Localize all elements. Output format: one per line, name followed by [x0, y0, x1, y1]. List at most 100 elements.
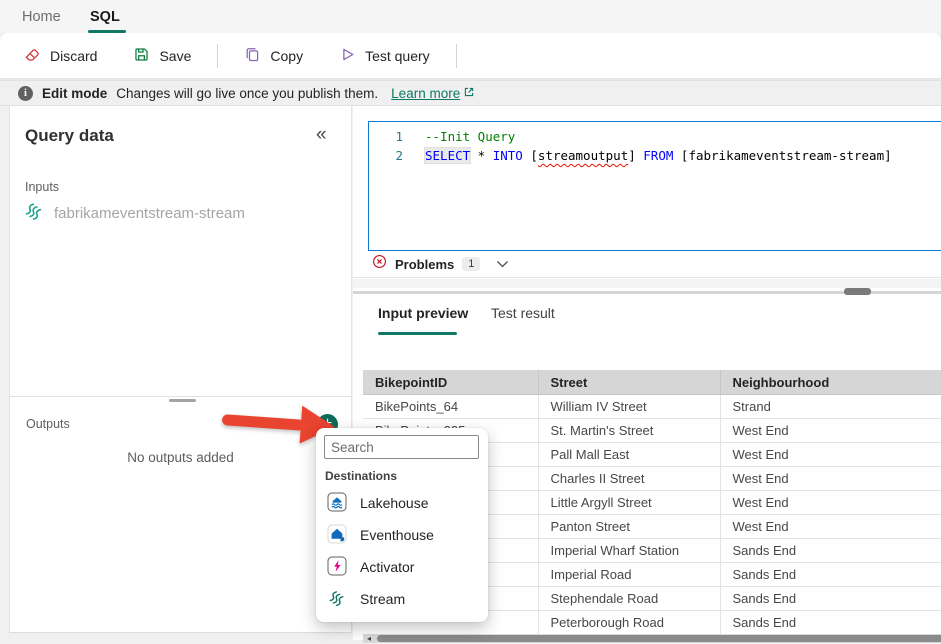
copy-button[interactable]: Copy [244, 46, 303, 66]
horizontal-splitter-grip[interactable] [844, 288, 871, 295]
input-item-label: fabrikameventstream-stream [54, 205, 245, 222]
test-query-button[interactable]: Test query [339, 46, 430, 66]
banner-title: Edit mode [42, 85, 108, 101]
discard-label: Discard [50, 47, 98, 64]
panel-splitter[interactable] [10, 396, 351, 397]
table-cell: Imperial Road [538, 562, 721, 587]
banner-message: Changes will go live once you publish th… [116, 85, 379, 101]
copy-icon [244, 46, 261, 66]
info-icon: i [18, 85, 33, 101]
table-cell: West End [720, 490, 941, 515]
no-outputs-message: No outputs added [127, 450, 234, 465]
eraser-icon [24, 46, 41, 66]
toolbar: Discard Save Copy Test query [0, 33, 941, 78]
scroll-left-arrow-icon[interactable]: ◂ [363, 634, 375, 643]
ribbon-tabs: Home SQL [0, 0, 941, 33]
menu-item-label: Lakehouse [360, 495, 429, 511]
column-header-street[interactable]: Street [538, 370, 721, 395]
inputs-label: Inputs [25, 180, 60, 194]
query-data-panel: Query data « Inputs fabrikameventstream-… [9, 106, 352, 633]
tab-input-preview[interactable]: Input preview [378, 305, 468, 321]
eventstream-query-editor: Home SQL Discard Save Copy Test query i … [0, 0, 941, 644]
save-label: Save [159, 47, 192, 64]
outputs-label: Outputs [26, 417, 70, 431]
table-cell: BikePoints_64 [363, 394, 539, 419]
table-header-row: BikepointID Street Neighbourhood [363, 370, 941, 395]
table-cell: Pall Mall East [538, 442, 721, 467]
eventhouse-icon [327, 524, 347, 547]
table-cell: Charles II Street [538, 466, 721, 491]
copy-label: Copy [270, 47, 304, 64]
tab-test-result[interactable]: Test result [491, 305, 555, 321]
stream-icon [23, 200, 45, 227]
table-cell: Sands End [720, 538, 941, 563]
activator-icon [327, 556, 347, 579]
lakehouse-icon [327, 492, 347, 515]
test-query-label: Test query [365, 47, 430, 64]
save-icon [133, 46, 150, 66]
learn-more-link[interactable]: Learn more [391, 86, 475, 101]
edit-mode-banner: i Edit mode Changes will go live once yo… [0, 80, 941, 106]
destinations-dropdown: Destinations Lakehouse Eventhouse Activa… [316, 428, 488, 622]
table-row: BikePoints_64 William IV Street Strand [363, 394, 941, 419]
collapse-panel-icon[interactable]: « [316, 124, 327, 146]
table-cell: Little Argyll Street [538, 490, 721, 515]
chevron-down-icon[interactable] [496, 260, 509, 269]
menu-item-stream[interactable]: Stream [316, 583, 488, 615]
table-cell: William IV Street [538, 394, 721, 419]
code-line[interactable]: 1 --Init Query [369, 127, 941, 146]
table-cell: Sands End [720, 610, 941, 635]
error-circle-icon [372, 254, 387, 274]
panel-gap [353, 279, 941, 288]
toolbar-divider [217, 43, 219, 68]
code-line[interactable]: 2 SELECT * INTO [streamoutput] FROM [fabr… [369, 146, 941, 165]
table-cell: West End [720, 418, 941, 443]
problems-bar[interactable]: Problems 1 [353, 251, 941, 278]
line-number: 1 [395, 129, 403, 144]
menu-item-eventhouse[interactable]: Eventhouse [316, 519, 488, 551]
panel-title: Query data [25, 126, 114, 145]
menu-item-lakehouse[interactable]: Lakehouse [316, 487, 488, 519]
destination-items: Lakehouse Eventhouse Activator Stream [316, 487, 488, 615]
code-text: SELECT * INTO [streamoutput] FROM [fabri… [425, 148, 892, 163]
discard-button[interactable]: Discard [24, 46, 97, 66]
table-cell: Sands End [720, 586, 941, 611]
splitter-grip[interactable] [169, 399, 196, 402]
preview-tab-underline [378, 332, 457, 335]
table-cell: Stephendale Road [538, 586, 721, 611]
code-lines: 1 --Init Query 2 SELECT * INTO [streamoutpu… [369, 127, 941, 165]
learn-more-label: Learn more [391, 85, 461, 101]
column-header-bikepointid[interactable]: BikepointID [363, 370, 539, 395]
menu-item-label: Activator [360, 559, 415, 575]
table-cell: Panton Street [538, 514, 721, 539]
table-cell: West End [720, 514, 941, 539]
menu-item-activator[interactable]: Activator [316, 551, 488, 583]
stream-icon [327, 588, 347, 611]
tab-sql[interactable]: SQL [90, 9, 120, 25]
table-cell: St. Martin's Street [538, 418, 721, 443]
code-text: --Init Query [425, 129, 516, 144]
table-cell: West End [720, 466, 941, 491]
table-cell: Peterborough Road [538, 610, 721, 635]
external-link-icon [463, 86, 475, 101]
destinations-header: Destinations [325, 469, 398, 483]
save-button[interactable]: Save [133, 46, 191, 66]
tab-home[interactable]: Home [22, 9, 61, 25]
table-cell: Imperial Wharf Station [538, 538, 721, 563]
menu-item-label: Eventhouse [360, 527, 434, 543]
horizontal-scrollbar[interactable]: ◂ [363, 634, 941, 643]
input-item-eventstream[interactable]: fabrikameventstream-stream [23, 200, 245, 227]
menu-item-label: Stream [360, 591, 406, 607]
table-cell: Strand [720, 394, 941, 419]
scrollbar-thumb[interactable] [377, 635, 941, 642]
problems-count-badge: 1 [462, 257, 481, 271]
column-header-neighbourhood[interactable]: Neighbourhood [720, 370, 941, 395]
play-icon [339, 46, 356, 66]
problems-label: Problems [395, 256, 455, 272]
toolbar-divider [455, 43, 457, 68]
table-cell: West End [720, 442, 941, 467]
table-cell: Sands End [720, 562, 941, 587]
search-input[interactable] [324, 435, 479, 459]
line-number: 2 [395, 148, 403, 163]
sql-code-editor[interactable]: 1 --Init Query 2 SELECT * INTO [streamoutpu… [368, 121, 941, 251]
